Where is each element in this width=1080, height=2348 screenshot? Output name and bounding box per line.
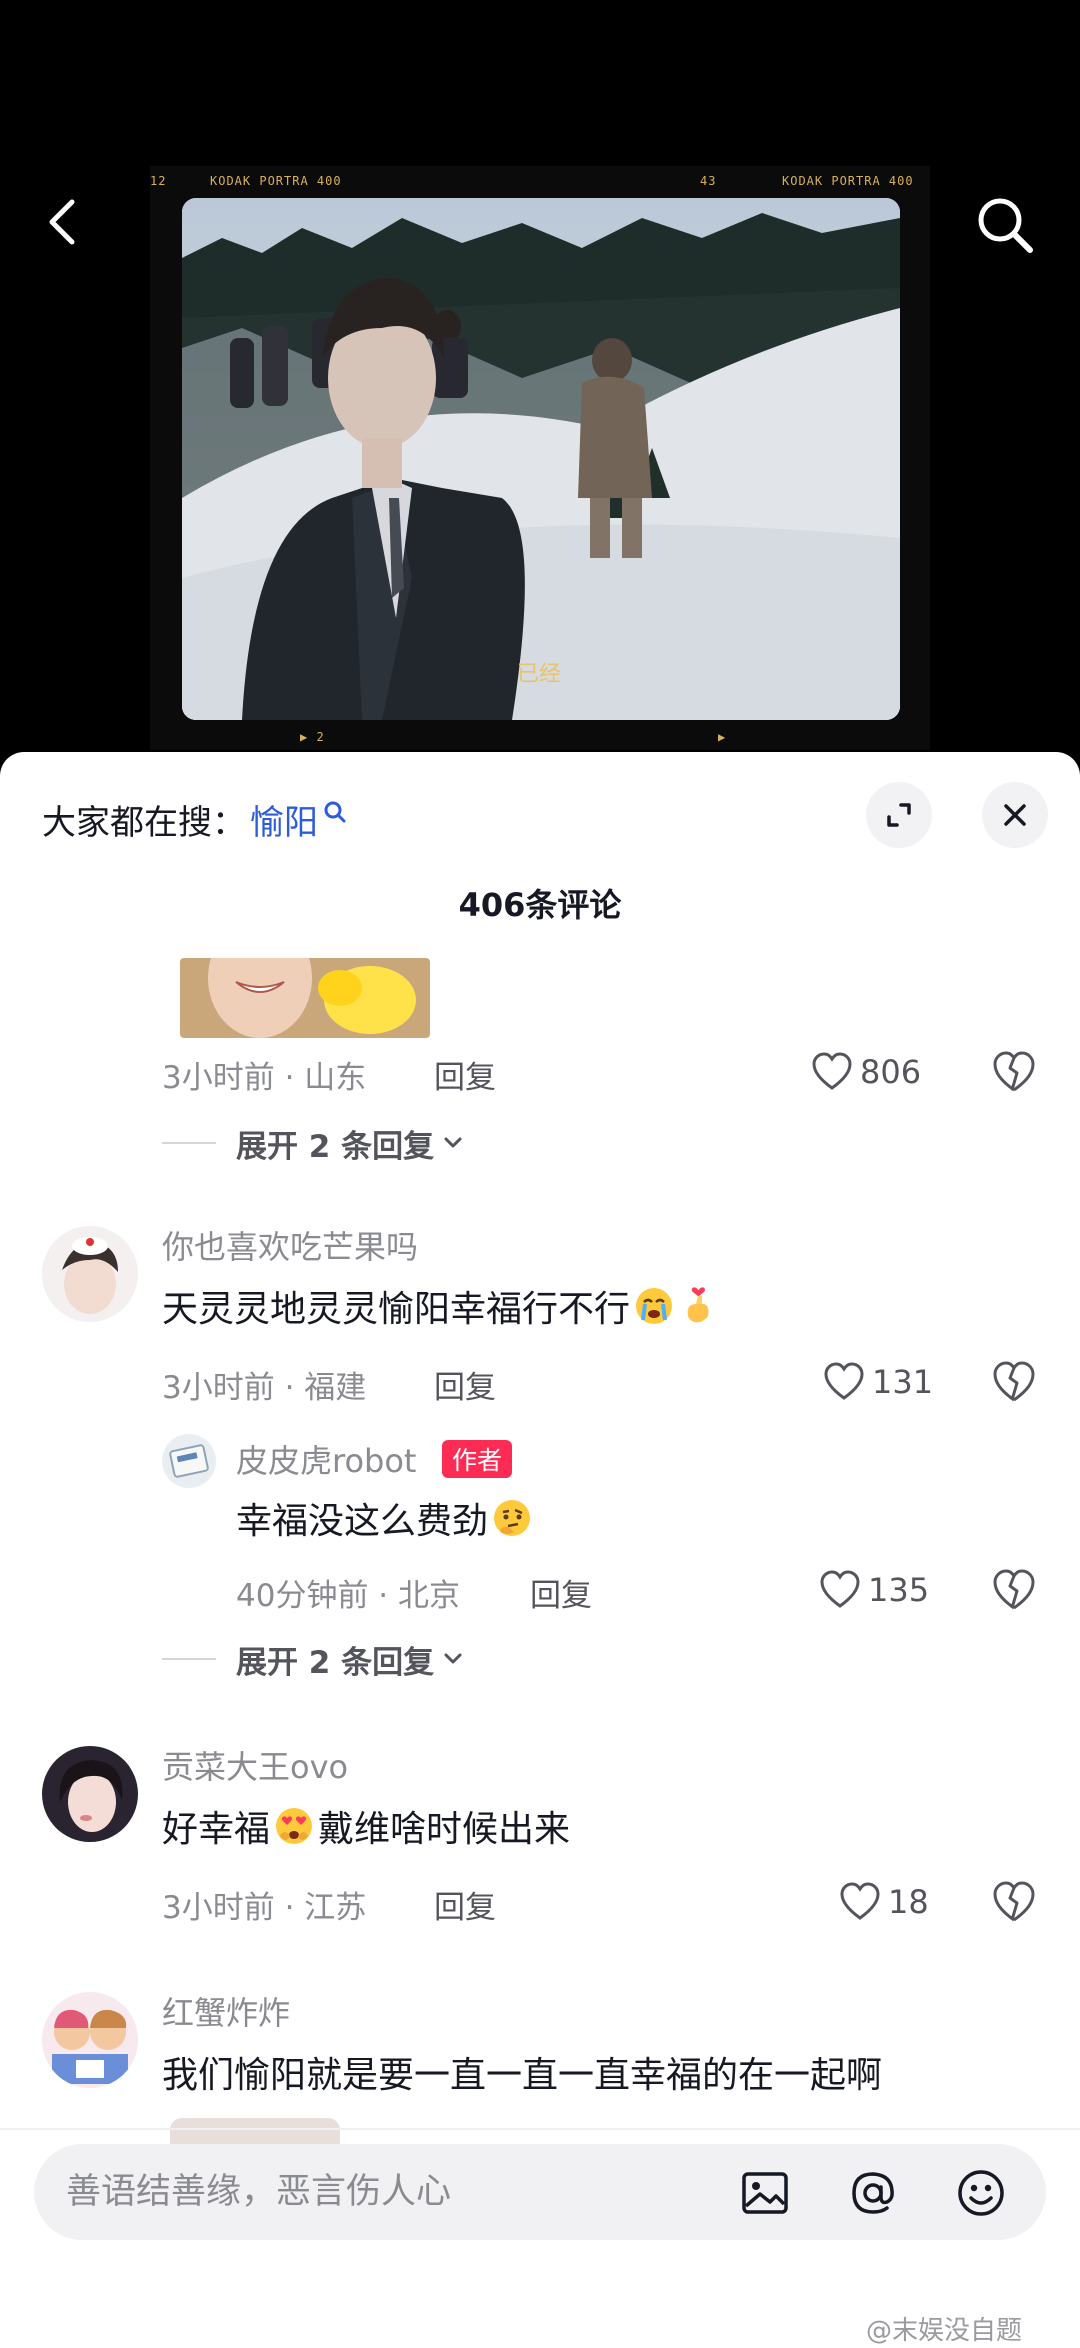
reply-meta: 40分钟前 · 北京 — [236, 1578, 461, 1614]
like-button[interactable]: 135 — [818, 1564, 929, 1616]
comment-meta: 3小时前 · 江苏 — [162, 1890, 367, 1926]
reply-button[interactable]: 回复 — [434, 1052, 496, 1097]
expand-replies-button[interactable]: 展开 2 条回复 — [162, 1118, 466, 1168]
chevron-down-icon — [444, 1653, 462, 1664]
like-button[interactable]: 806 — [810, 1046, 921, 1098]
heart-eyes-emoji-icon — [276, 1808, 313, 1844]
broken-heart-icon[interactable] — [990, 1878, 1038, 1926]
comment-text-content: 天灵灵地灵灵愉阳幸福行不行 — [162, 1289, 631, 1330]
like-count: 806 — [860, 1053, 922, 1091]
film-brand-left: KODAK PORTRA 400 — [210, 174, 342, 188]
small-search-icon — [324, 801, 346, 823]
broken-heart-icon[interactable] — [990, 1566, 1038, 1614]
heart-icon — [824, 1362, 864, 1400]
at-icon[interactable] — [846, 2166, 900, 2220]
comment-username[interactable]: 贡菜大王ovo — [162, 1742, 348, 1788]
comment-username[interactable]: 红蟹炸炸 — [162, 1988, 290, 2034]
film-frame-marker-left: ▶ 2 — [300, 730, 325, 744]
broken-heart-icon[interactable] — [990, 1358, 1038, 1406]
film-number-center: 43 — [700, 174, 717, 188]
comment-image-sticker[interactable] — [180, 958, 430, 1038]
comment-text: 我们愉阳就是要一直一直一直幸福的在一起啊 — [162, 2046, 882, 2098]
watermark: @末娱没自题 — [866, 2316, 1023, 2346]
image-icon[interactable] — [738, 2166, 792, 2220]
comment-text-content: 我们愉阳就是要一直一直一直幸福的在一起啊 — [162, 2055, 883, 2096]
reply-username[interactable]: 皮皮虎robot — [236, 1436, 416, 1482]
like-count: 135 — [868, 1571, 930, 1609]
reply-text: 幸福没这么费劲 — [236, 1492, 532, 1544]
heart-icon — [812, 1052, 852, 1090]
like-button[interactable]: 131 — [822, 1356, 933, 1408]
comment-input[interactable] — [66, 2144, 706, 2240]
comment-count: 406条评论 — [458, 886, 622, 924]
heart-icon — [840, 1882, 880, 1920]
film-brand-right: KODAK PORTRA 400 — [782, 174, 914, 188]
reply-button[interactable]: 回复 — [434, 1362, 496, 1407]
close-sheet-button[interactable] — [982, 782, 1048, 848]
divider-line — [162, 1658, 216, 1660]
comment-text: 天灵灵地灵灵愉阳幸福行不行 — [162, 1280, 718, 1332]
input-divider — [0, 2128, 1080, 2130]
divider-line — [162, 1142, 216, 1144]
back-button[interactable] — [36, 190, 88, 254]
comment-input-bar[interactable] — [34, 2144, 1046, 2240]
chevron-down-icon — [444, 1137, 462, 1148]
expand-replies-button[interactable]: 展开 2 条回复 — [162, 1634, 466, 1684]
search-button[interactable] — [970, 190, 1040, 260]
film-number-left: 12 — [150, 174, 167, 188]
reply-button[interactable]: 回复 — [530, 1570, 592, 1615]
comment-meta: 3小时前 · 福建 — [162, 1370, 367, 1406]
expand-sheet-button[interactable] — [866, 782, 932, 848]
emoji-icon[interactable] — [954, 2166, 1008, 2220]
avatar[interactable] — [162, 1434, 216, 1488]
hot-search-label: 大家都在搜： — [42, 802, 246, 843]
avatar[interactable] — [42, 1226, 138, 1322]
thinking-emoji-icon — [494, 1500, 531, 1536]
reply-button[interactable]: 回复 — [434, 1882, 496, 1927]
comment-username[interactable]: 你也喜欢吃芒果吗 — [162, 1222, 418, 1268]
back-icon — [49, 199, 75, 245]
video-subtitle: 已经 — [517, 662, 562, 687]
comment-list[interactable]: 3小时前 · 山东 回复 806 展开 2 条回复 你也喜欢吃芒果吗 天灵灵地灵… — [0, 958, 1080, 2148]
broken-heart-icon[interactable] — [990, 1048, 1038, 1096]
film-frame-marker-right: ▶ — [718, 730, 727, 744]
search-icon — [978, 198, 1033, 253]
comment-text-part: 戴维啥时候出来 — [318, 1809, 571, 1850]
hot-search[interactable]: 大家都在搜： 愉阳 — [42, 794, 348, 844]
finger-heart-emoji-icon — [687, 1287, 709, 1323]
like-count: 18 — [888, 1883, 929, 1921]
close-icon — [1004, 804, 1026, 826]
heart-icon — [820, 1570, 860, 1608]
avatar[interactable] — [42, 1992, 138, 2088]
like-count: 131 — [872, 1363, 934, 1401]
video-frame-image — [182, 198, 900, 720]
crying-emoji-icon — [636, 1288, 673, 1324]
hot-search-term[interactable]: 愉阳 — [250, 795, 318, 844]
reply-text-content: 幸福没这么费劲 — [236, 1501, 489, 1542]
avatar[interactable] — [42, 1746, 138, 1842]
comment-text: 好幸福 戴维啥时候出来 — [162, 1800, 570, 1852]
expand-icon — [887, 803, 911, 827]
comment-sheet: 大家都在搜： 愉阳 406条评论 3小时前 · 山东 回复 806 展开 2 条… — [0, 752, 1080, 2348]
expand-replies-label: 展开 2 条回复 — [236, 1128, 435, 1165]
like-button[interactable]: 18 — [838, 1876, 929, 1928]
video-area[interactable]: 12 KODAK PORTRA 400 43 KODAK PORTRA 400 … — [0, 0, 1080, 760]
comment-text-part: 好幸福 — [162, 1809, 271, 1850]
expand-replies-label: 展开 2 条回复 — [236, 1644, 435, 1681]
comment-meta: 3小时前 · 山东 — [162, 1060, 367, 1096]
author-badge: 作者 — [442, 1440, 513, 1478]
